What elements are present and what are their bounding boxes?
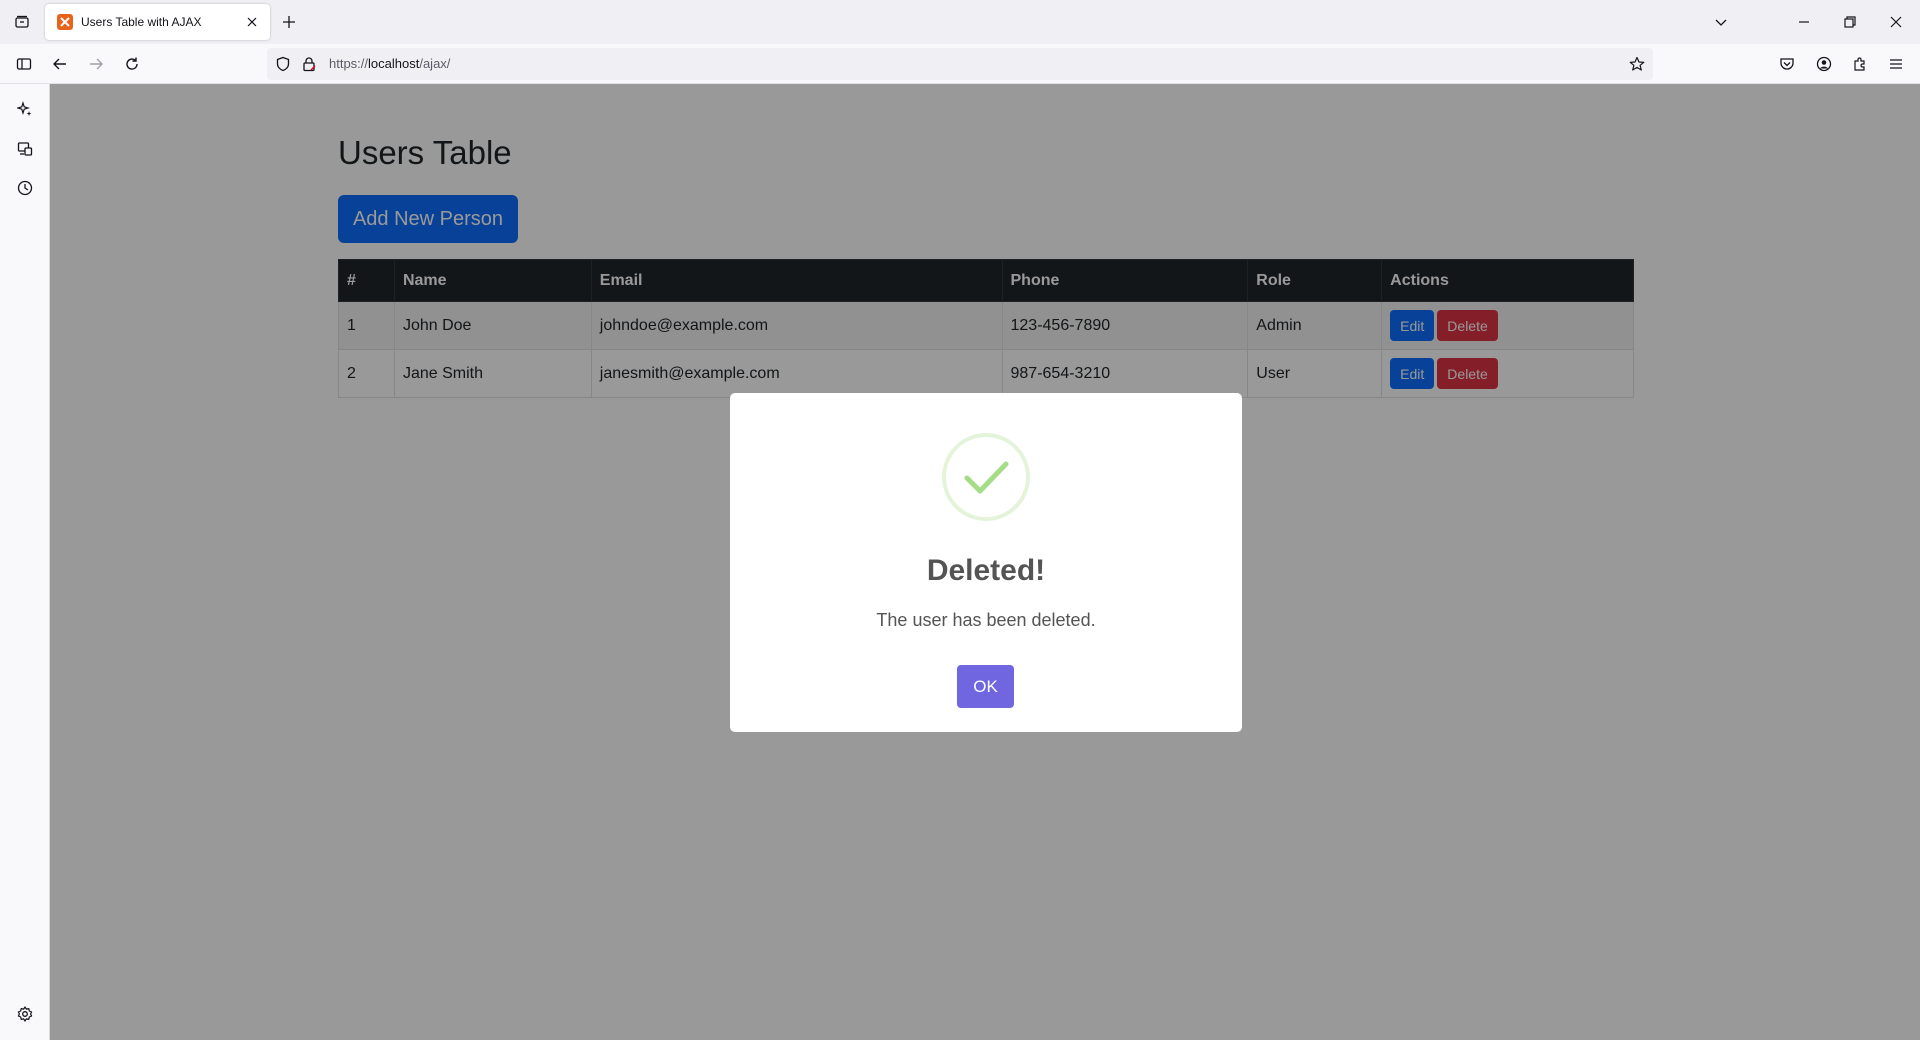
extensions-icon[interactable] — [1846, 50, 1874, 78]
success-dialog: Deleted! The user has been deleted. OK — [730, 393, 1242, 732]
list-all-tabs-icon[interactable] — [1707, 8, 1735, 36]
lock-icon[interactable] — [301, 56, 317, 72]
account-icon[interactable] — [1810, 50, 1838, 78]
tab-list-icon[interactable] — [8, 8, 36, 36]
xampp-favicon-icon — [57, 14, 73, 30]
url-path: /ajax/ — [419, 56, 451, 71]
navigation-bar: https://localhost/ajax/ — [0, 44, 1920, 84]
reload-icon[interactable] — [118, 50, 146, 78]
settings-gear-icon[interactable] — [11, 1000, 39, 1028]
url-host: localhost — [368, 56, 420, 71]
sidebar-toggle-icon[interactable] — [10, 50, 38, 78]
dialog-message: The user has been deleted. — [876, 610, 1096, 630]
url-bar[interactable]: https://localhost/ajax/ — [267, 48, 1653, 80]
ai-chatbot-icon[interactable] — [11, 95, 39, 123]
forward-icon[interactable] — [82, 50, 110, 78]
page-content: Users Table Add New Person # Name Email … — [50, 84, 1920, 1040]
back-icon[interactable] — [46, 50, 74, 78]
minimize-icon[interactable] — [1790, 8, 1818, 36]
synced-tabs-icon[interactable] — [11, 135, 39, 163]
pocket-icon[interactable] — [1773, 50, 1801, 78]
new-tab-icon[interactable] — [277, 10, 301, 34]
browser-sidebar — [0, 84, 50, 1040]
success-check-icon — [942, 433, 1030, 521]
url-text[interactable]: https://localhost/ajax/ — [329, 56, 450, 71]
history-icon[interactable] — [11, 174, 39, 202]
dialog-title: Deleted! — [926, 554, 1046, 587]
tracking-protection-shield-icon[interactable] — [275, 56, 291, 72]
tab-active[interactable]: Users Table with AJAX — [45, 4, 270, 40]
restore-icon[interactable] — [1836, 8, 1864, 36]
url-scheme: https:// — [329, 56, 369, 71]
menu-icon[interactable] — [1882, 50, 1910, 78]
ok-button[interactable]: OK — [957, 665, 1014, 708]
close-window-icon[interactable] — [1882, 8, 1910, 36]
tab-title: Users Table with AJAX — [81, 15, 202, 29]
bookmark-star-icon[interactable] — [1629, 56, 1645, 72]
tab-close-icon[interactable] — [242, 12, 262, 32]
tab-bar: Users Table with AJAX — [0, 0, 1920, 44]
